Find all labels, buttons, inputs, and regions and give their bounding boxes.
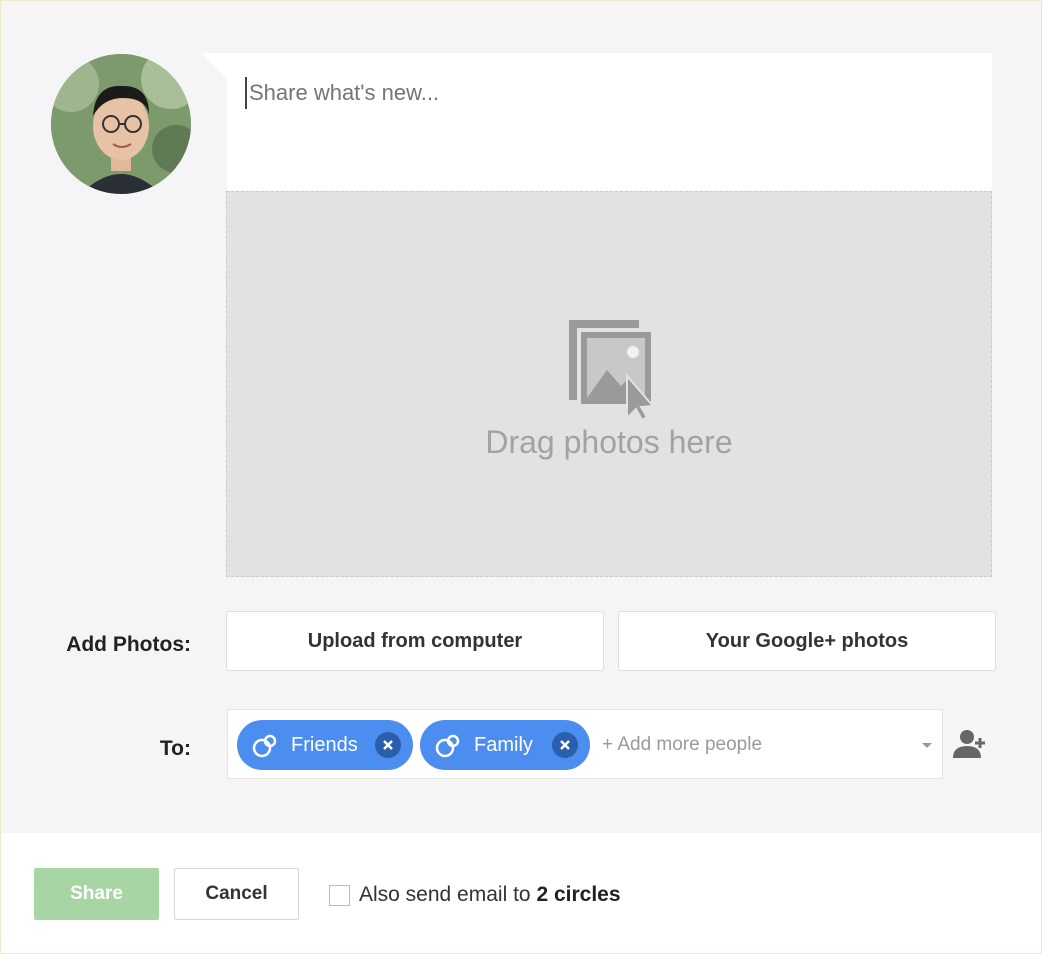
- avatar: [51, 54, 191, 194]
- photo-drop-zone[interactable]: Drag photos here: [226, 191, 992, 577]
- circles-icon: [435, 734, 460, 758]
- bubble-tail: [201, 53, 227, 79]
- email-checkbox[interactable]: [329, 885, 350, 906]
- share-dialog: Drag photos here Add Photos: Upload from…: [0, 0, 1042, 954]
- chip-family[interactable]: Family: [420, 720, 590, 770]
- person-add-icon[interactable]: [953, 728, 987, 760]
- photos-drag-icon: [569, 320, 656, 420]
- to-label: To:: [159, 737, 191, 760]
- user-photo-icon: [51, 54, 191, 194]
- email-option-text: Also send email to 2 circles: [359, 883, 621, 907]
- audience-field[interactable]: Friends Family + Add more people: [227, 709, 943, 779]
- chip-friends[interactable]: Friends: [237, 720, 413, 770]
- upload-from-computer-button[interactable]: Upload from computer: [226, 611, 604, 671]
- share-button[interactable]: Share: [34, 868, 159, 920]
- circles-icon: [252, 734, 277, 758]
- close-circle-icon[interactable]: [375, 732, 401, 758]
- footer: Share Cancel Also send email to 2 circle…: [1, 833, 1041, 953]
- post-box[interactable]: [227, 53, 992, 191]
- chip-label: Family: [474, 734, 533, 756]
- email-prefix: Also send email to: [359, 883, 531, 906]
- chip-label: Friends: [291, 734, 358, 756]
- post-input[interactable]: [245, 77, 971, 109]
- email-target: 2 circles: [536, 883, 621, 906]
- cancel-button[interactable]: Cancel: [174, 868, 299, 920]
- add-more-people-input[interactable]: + Add more people: [602, 734, 762, 756]
- close-circle-icon[interactable]: [552, 732, 578, 758]
- add-photos-label: Add Photos:: [66, 633, 191, 656]
- drop-zone-text: Drag photos here: [485, 424, 733, 460]
- google-photos-button[interactable]: Your Google+ photos: [618, 611, 996, 671]
- chevron-down-icon[interactable]: [922, 743, 932, 748]
